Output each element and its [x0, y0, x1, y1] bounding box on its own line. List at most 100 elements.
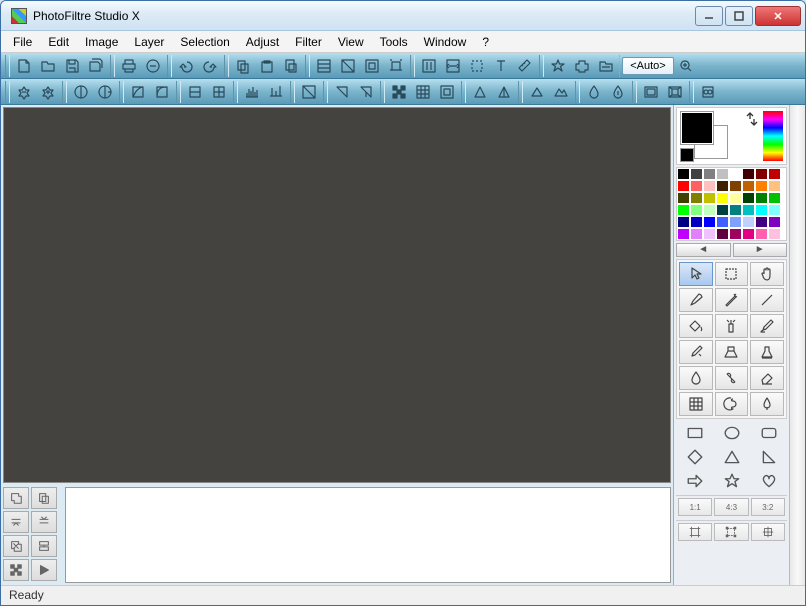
- color-swatch[interactable]: [716, 168, 729, 180]
- checker1-icon[interactable]: [387, 81, 411, 103]
- layer-thumbnail-strip[interactable]: [65, 487, 671, 583]
- rtriangle-shape[interactable]: [751, 446, 786, 468]
- menu-window[interactable]: Window: [416, 33, 475, 51]
- hue-a-icon[interactable]: [330, 81, 354, 103]
- color-swatch[interactable]: [729, 180, 742, 192]
- explorer-icon[interactable]: [594, 55, 618, 77]
- color-swatch[interactable]: [768, 216, 781, 228]
- diamond-shape[interactable]: [677, 446, 712, 468]
- minimize-button[interactable]: [695, 6, 723, 26]
- pointer-tool[interactable]: [679, 262, 713, 286]
- save-icon[interactable]: [60, 55, 84, 77]
- palette-prev-button[interactable]: ◄: [676, 243, 731, 257]
- photomask-icon[interactable]: [696, 81, 720, 103]
- tri-b-icon[interactable]: [492, 81, 516, 103]
- roundrect-shape[interactable]: [751, 422, 786, 444]
- contrast-plus-icon[interactable]: [93, 81, 117, 103]
- spray-tool[interactable]: [715, 314, 749, 338]
- frame-a-icon[interactable]: [639, 81, 663, 103]
- rect-shape[interactable]: [677, 422, 712, 444]
- color-swatch[interactable]: [703, 204, 716, 216]
- menu-layer[interactable]: Layer: [126, 33, 172, 51]
- layer-dup-icon[interactable]: [31, 487, 57, 509]
- color-swatch[interactable]: [677, 216, 690, 228]
- blur-tool[interactable]: [679, 366, 713, 390]
- color-swatch[interactable]: [677, 180, 690, 192]
- print-icon[interactable]: [117, 55, 141, 77]
- vertical-scrollbar[interactable]: [789, 105, 805, 585]
- ruler-icon[interactable]: [513, 55, 537, 77]
- grayscale-icon[interactable]: [297, 81, 321, 103]
- handles-icon[interactable]: [714, 523, 748, 541]
- fit-image-icon[interactable]: [417, 55, 441, 77]
- bright-minus-icon[interactable]: [12, 81, 36, 103]
- levels-icon[interactable]: [264, 81, 288, 103]
- wand-tool[interactable]: [715, 288, 749, 312]
- sat-minus-icon[interactable]: [183, 81, 207, 103]
- color-swatch[interactable]: [716, 180, 729, 192]
- color-swatch[interactable]: [768, 204, 781, 216]
- palette-next-button[interactable]: ►: [733, 243, 788, 257]
- layer-checker-icon[interactable]: [3, 559, 29, 581]
- twain-icon[interactable]: [141, 55, 165, 77]
- new-icon[interactable]: [12, 55, 36, 77]
- menu-selection[interactable]: Selection: [172, 33, 237, 51]
- rgb-icon[interactable]: [312, 55, 336, 77]
- smudge-tool[interactable]: [715, 366, 749, 390]
- triangle-shape[interactable]: [714, 446, 749, 468]
- transparent-icon[interactable]: [336, 55, 360, 77]
- color-swatch[interactable]: [742, 192, 755, 204]
- color-swatch[interactable]: [742, 204, 755, 216]
- heart-shape[interactable]: [751, 470, 786, 492]
- layer-del-icon[interactable]: [3, 535, 29, 557]
- color-swatch[interactable]: [768, 180, 781, 192]
- paste-icon[interactable]: [255, 55, 279, 77]
- bright-plus-icon[interactable]: [36, 81, 60, 103]
- lens-icon[interactable]: [606, 81, 630, 103]
- color-swatch[interactable]: [703, 228, 716, 240]
- color-swatch[interactable]: [716, 228, 729, 240]
- image-size-icon[interactable]: [360, 55, 384, 77]
- color-swatch[interactable]: [755, 216, 768, 228]
- color-swatch[interactable]: [677, 192, 690, 204]
- close-button[interactable]: [755, 6, 801, 26]
- checker3-icon[interactable]: [435, 81, 459, 103]
- color-swatch[interactable]: [755, 192, 768, 204]
- menu-image[interactable]: Image: [77, 33, 126, 51]
- maximize-button[interactable]: [725, 6, 753, 26]
- copy-icon[interactable]: [231, 55, 255, 77]
- color-swatch[interactable]: [716, 192, 729, 204]
- color-swatch[interactable]: [716, 204, 729, 216]
- default-colors-icon[interactable]: [681, 149, 693, 161]
- color-swatch[interactable]: [716, 216, 729, 228]
- ratio-3-2[interactable]: 3:2: [751, 498, 785, 516]
- color-swatch[interactable]: [690, 216, 703, 228]
- plugin-icon[interactable]: [570, 55, 594, 77]
- menu-filter[interactable]: Filter: [287, 33, 330, 51]
- picker-tool[interactable]: [679, 288, 713, 312]
- advbrush-tool[interactable]: [679, 340, 713, 364]
- hue-b-icon[interactable]: [354, 81, 378, 103]
- color-swatch[interactable]: [677, 204, 690, 216]
- text-icon[interactable]: [489, 55, 513, 77]
- line-tool[interactable]: [750, 288, 784, 312]
- stamp-tool[interactable]: [750, 340, 784, 364]
- clone-tool[interactable]: [715, 340, 749, 364]
- canvas-size-icon[interactable]: [384, 55, 408, 77]
- color-swatch[interactable]: [729, 204, 742, 216]
- fill-tool[interactable]: [679, 314, 713, 338]
- menu-view[interactable]: View: [330, 33, 372, 51]
- color-swatch[interactable]: [755, 168, 768, 180]
- ellipse-shape[interactable]: [714, 422, 749, 444]
- layer-new-icon[interactable]: [3, 487, 29, 509]
- art-tool[interactable]: [715, 392, 749, 416]
- color-swatch[interactable]: [742, 180, 755, 192]
- pattern-tool[interactable]: [679, 392, 713, 416]
- crop-marks-icon[interactable]: [678, 523, 712, 541]
- hand-tool[interactable]: [750, 262, 784, 286]
- color-swatch[interactable]: [768, 192, 781, 204]
- swap-colors-icon[interactable]: [744, 111, 760, 127]
- color-swatch[interactable]: [729, 228, 742, 240]
- drop-icon[interactable]: [582, 81, 606, 103]
- menu-adjust[interactable]: Adjust: [238, 33, 287, 51]
